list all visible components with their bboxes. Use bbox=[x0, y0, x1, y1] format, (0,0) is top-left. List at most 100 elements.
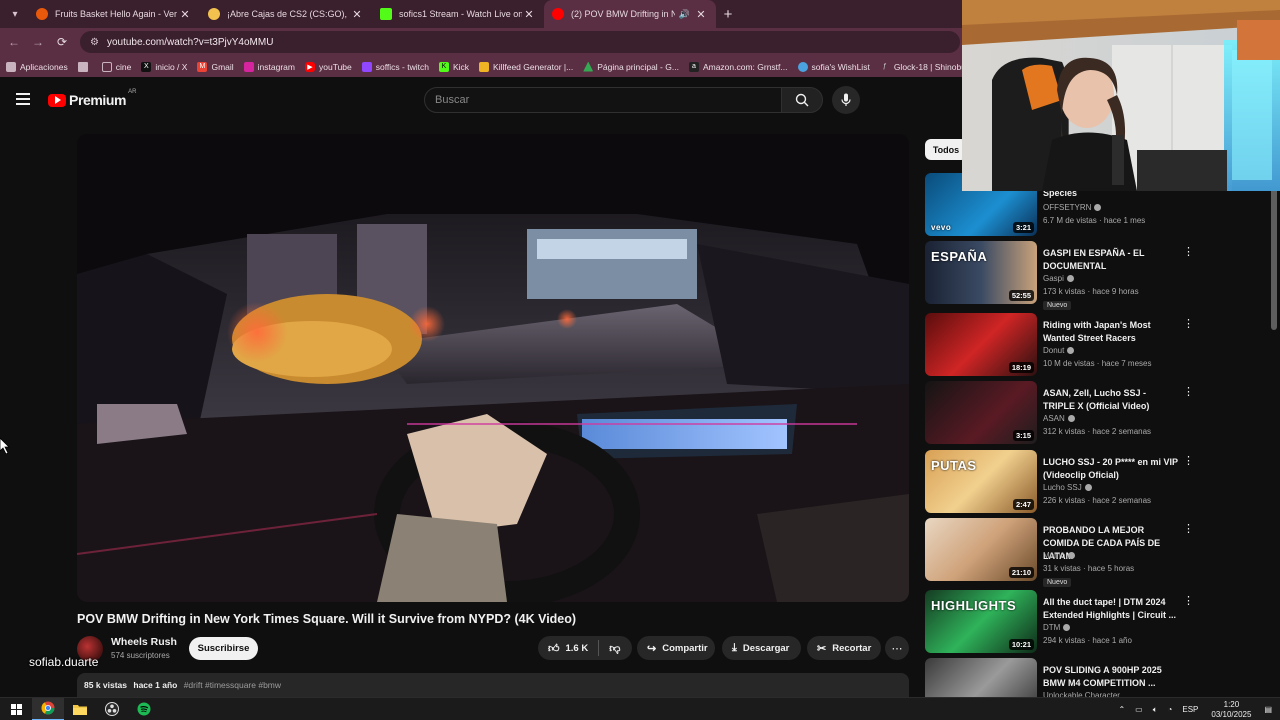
recommendation-title[interactable]: GASPI EN ESPAÑA - EL DOCUMENTAL bbox=[1043, 247, 1179, 273]
clip-button[interactable]: ✂ Recortar bbox=[807, 636, 881, 660]
bookmark-wishlist[interactable]: sofia's WishList bbox=[797, 61, 870, 72]
site-info-icon[interactable]: ⚙ bbox=[90, 37, 99, 48]
scrollbar[interactable] bbox=[1271, 180, 1277, 330]
amazon-icon: a bbox=[688, 61, 699, 72]
more-options-icon[interactable]: ⋮ bbox=[1183, 245, 1194, 258]
thumbs-up-icon[interactable]: 👍︎ bbox=[548, 642, 560, 655]
address-bar[interactable]: ⚙ youtube.com/watch?v=t3PjvY4oMMU bbox=[80, 31, 960, 53]
recommendation-item[interactable]: 18:19 Riding with Japan's Most Wanted Str… bbox=[925, 313, 1195, 378]
grid-icon bbox=[77, 61, 88, 72]
bookmark-x[interactable]: Xinicio / X bbox=[141, 61, 187, 72]
browser-tab[interactable]: sofics1 Stream - Watch Live on ✕ bbox=[372, 0, 544, 28]
bookmark-cine[interactable]: cine bbox=[101, 61, 131, 72]
like-count[interactable]: 1.6 K bbox=[566, 643, 589, 654]
description-box[interactable]: 85 k vistas hace 1 año #drift #timessqua… bbox=[77, 673, 909, 697]
headset-icon[interactable]: ◔ bbox=[1168, 705, 1173, 714]
bookmark-label: Aplicaciones bbox=[20, 61, 68, 72]
back-icon[interactable]: ← bbox=[2, 35, 26, 49]
download-button[interactable]: ⤓ Descargar bbox=[722, 636, 801, 660]
recommendation-title[interactable]: Riding with Japan's Most Wanted Street R… bbox=[1043, 319, 1179, 345]
tab-close-icon[interactable]: ✕ bbox=[522, 8, 536, 21]
verified-icon bbox=[1084, 484, 1092, 492]
share-label: Compartir bbox=[662, 642, 708, 654]
chevron-up-icon[interactable]: ⌃ bbox=[1118, 705, 1125, 714]
recommendation-item[interactable]: ESPAÑA 52:55 GASPI EN ESPAÑA - EL DOCUMENT… bbox=[925, 241, 1195, 310]
clock[interactable]: 1:20 03/10/2025 bbox=[1211, 700, 1251, 720]
more-options-icon[interactable]: ⋮ bbox=[1183, 454, 1194, 467]
taskbar-spotify[interactable] bbox=[128, 698, 160, 720]
tab-close-icon[interactable]: ✕ bbox=[350, 8, 364, 21]
recommendation-channel[interactable]: OFFSETYRN bbox=[1043, 203, 1102, 212]
bookmark-gmail[interactable]: M Gmail bbox=[197, 61, 234, 72]
verified-icon bbox=[1067, 415, 1075, 423]
bookmark-twitch[interactable]: soffics - twitch bbox=[361, 61, 429, 72]
recommendation-channel[interactable]: Lucho SSJ bbox=[1043, 483, 1092, 492]
taskbar-file-explorer[interactable] bbox=[64, 698, 96, 720]
recommendation-thumbnail[interactable]: HIGHLIGHTS 10:21 bbox=[925, 590, 1037, 653]
thumbs-down-icon[interactable]: 👎︎ bbox=[609, 642, 620, 655]
recommendation-item[interactable]: 21:10 PROBANDO LA MEJOR COMIDA DE CADA PA… bbox=[925, 518, 1195, 587]
start-button[interactable] bbox=[0, 698, 32, 720]
bookmark-grid[interactable] bbox=[77, 61, 92, 72]
view-count: 85 k vistas bbox=[84, 680, 128, 690]
recommendation-thumbnail[interactable]: 21:10 bbox=[925, 518, 1037, 581]
recommendation-title[interactable]: LUCHO SSJ - 20 P**** en mi VIP (Videocli… bbox=[1043, 456, 1179, 482]
recommendation-thumbnail[interactable]: PUTAS 2:47 bbox=[925, 450, 1037, 513]
filter-chip-all[interactable]: Todos bbox=[925, 139, 967, 160]
more-options-icon[interactable]: ⋮ bbox=[1183, 594, 1194, 607]
browser-tab-active[interactable]: (2) POV BMW Drifting in Ne 🔊 ✕ bbox=[544, 0, 716, 28]
voice-search-button[interactable] bbox=[832, 86, 860, 114]
recommendation-thumbnail[interactable]: 18:19 bbox=[925, 313, 1037, 376]
language-indicator[interactable]: ESP bbox=[1182, 705, 1198, 714]
recommendation-item[interactable]: PUTAS 2:47 LUCHO SSJ - 20 P**** en mi VIP … bbox=[925, 450, 1195, 515]
speaker-icon[interactable]: 🔊 bbox=[679, 9, 690, 20]
new-tab-button[interactable]: + bbox=[716, 6, 740, 23]
channel-name[interactable]: Wheels Rush bbox=[111, 636, 177, 648]
tab-close-icon[interactable]: ✕ bbox=[694, 8, 708, 21]
reload-icon[interactable]: ⟳ bbox=[50, 35, 74, 49]
bookmark-killfeed[interactable]: Killfeed Generator |... bbox=[479, 61, 573, 72]
browser-tab[interactable]: ¡Abre Cajas de CS2 (CS:GO), Ga ✕ bbox=[200, 0, 372, 28]
network-icon[interactable]: ▭ bbox=[1135, 705, 1143, 714]
youtube-logo[interactable]: Premium AR bbox=[48, 89, 136, 108]
taskbar-chrome[interactable] bbox=[32, 697, 64, 720]
taskbar-obs[interactable] bbox=[96, 698, 128, 720]
forward-icon[interactable]: → bbox=[26, 35, 50, 49]
bookmark-amazon[interactable]: a Amazon.com: Grnstf... bbox=[688, 61, 788, 72]
recommendation-title[interactable]: ASAN, Zell, Lucho SSJ - TRIPLE X (Offici… bbox=[1043, 387, 1179, 413]
recommendation-item[interactable]: HIGHLIGHTS 10:21 All the duct tape! | DTM … bbox=[925, 590, 1195, 655]
more-options-icon[interactable]: ⋮ bbox=[1183, 522, 1194, 535]
recommendation-thumbnail[interactable]: ESPAÑA 52:55 bbox=[925, 241, 1037, 304]
search-button[interactable] bbox=[781, 87, 823, 113]
menu-icon[interactable] bbox=[16, 93, 30, 105]
bookmark-drive[interactable]: Página principal - G... bbox=[583, 61, 679, 72]
notification-icon[interactable]: ▤ bbox=[1264, 705, 1272, 714]
youtube-header: Premium AR Buscar bbox=[0, 77, 962, 123]
recommendation-channel[interactable]: ASAN bbox=[1043, 414, 1075, 423]
tab-search-icon[interactable]: ▾ bbox=[2, 4, 28, 24]
recommendation-item[interactable]: 3:15 ASAN, Zell, Lucho SSJ - TRIPLE X (Of… bbox=[925, 381, 1195, 446]
recommendation-channel[interactable]: Momo bbox=[1043, 551, 1076, 560]
tab-close-icon[interactable]: ✕ bbox=[178, 8, 192, 21]
recommendation-channel[interactable]: DTM bbox=[1043, 623, 1071, 632]
share-button[interactable]: ↪ Compartir bbox=[637, 636, 715, 660]
recommendation-title[interactable]: POV SLIDING A 900HP 2025 BMW M4 COMPETIT… bbox=[1043, 664, 1179, 690]
bookmark-kick[interactable]: K Kick bbox=[438, 61, 469, 72]
subscribe-button[interactable]: Suscribirse bbox=[189, 637, 258, 660]
recommendation-channel[interactable]: Gaspi bbox=[1043, 274, 1074, 283]
bookmark-youtube[interactable]: ▶ youTube bbox=[304, 61, 352, 72]
more-options-icon[interactable]: ⋮ bbox=[1183, 317, 1194, 330]
hashtags[interactable]: #drift #timessquare #bmw bbox=[184, 680, 281, 690]
search-input[interactable]: Buscar bbox=[424, 87, 782, 113]
bookmark-instagram[interactable]: instagram bbox=[243, 61, 295, 72]
bookmark-apps[interactable]: Aplicaciones bbox=[6, 61, 68, 72]
volume-icon[interactable]: 🔈︎ bbox=[1153, 705, 1158, 715]
recommendation-channel[interactable]: Donut bbox=[1043, 346, 1075, 355]
recommendation-title[interactable]: All the duct tape! | DTM 2024 Extended H… bbox=[1043, 596, 1179, 622]
video-player[interactable] bbox=[77, 134, 909, 602]
more-options-icon[interactable]: ⋮ bbox=[1183, 385, 1194, 398]
more-actions-icon[interactable]: ⋯ bbox=[885, 636, 909, 660]
browser-tab[interactable]: Fruits Basket Hello Again - Ver ✕ bbox=[28, 0, 200, 28]
bookmark-glock[interactable]: ƒ Glock-18 | Shinobu... bbox=[880, 62, 973, 72]
recommendation-thumbnail[interactable]: 3:15 bbox=[925, 381, 1037, 444]
